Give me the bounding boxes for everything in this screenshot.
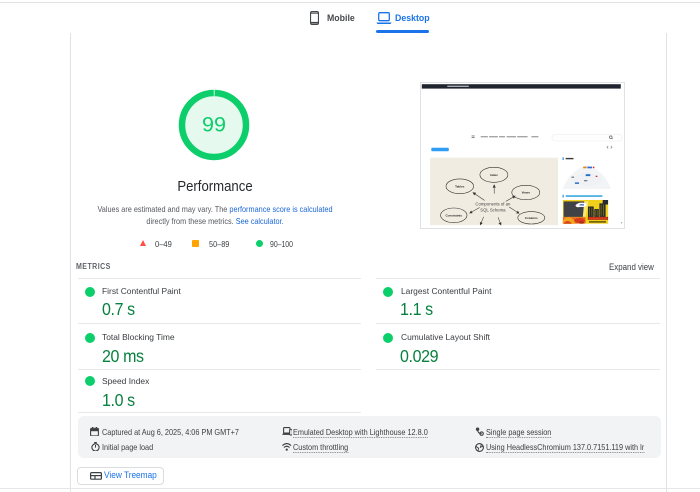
svg-text:Constraints: Constraints — [445, 213, 462, 217]
svg-text:SQL Schema: SQL Schema — [480, 207, 506, 212]
svg-text:Views: Views — [521, 191, 530, 195]
svg-text:Tables: Tables — [455, 184, 465, 188]
svg-text:Columns: Columns — [525, 216, 538, 220]
svg-text:99: 99 — [201, 112, 225, 137]
svg-text:Index: Index — [490, 173, 498, 177]
svg-text:Components of an: Components of an — [475, 201, 511, 206]
